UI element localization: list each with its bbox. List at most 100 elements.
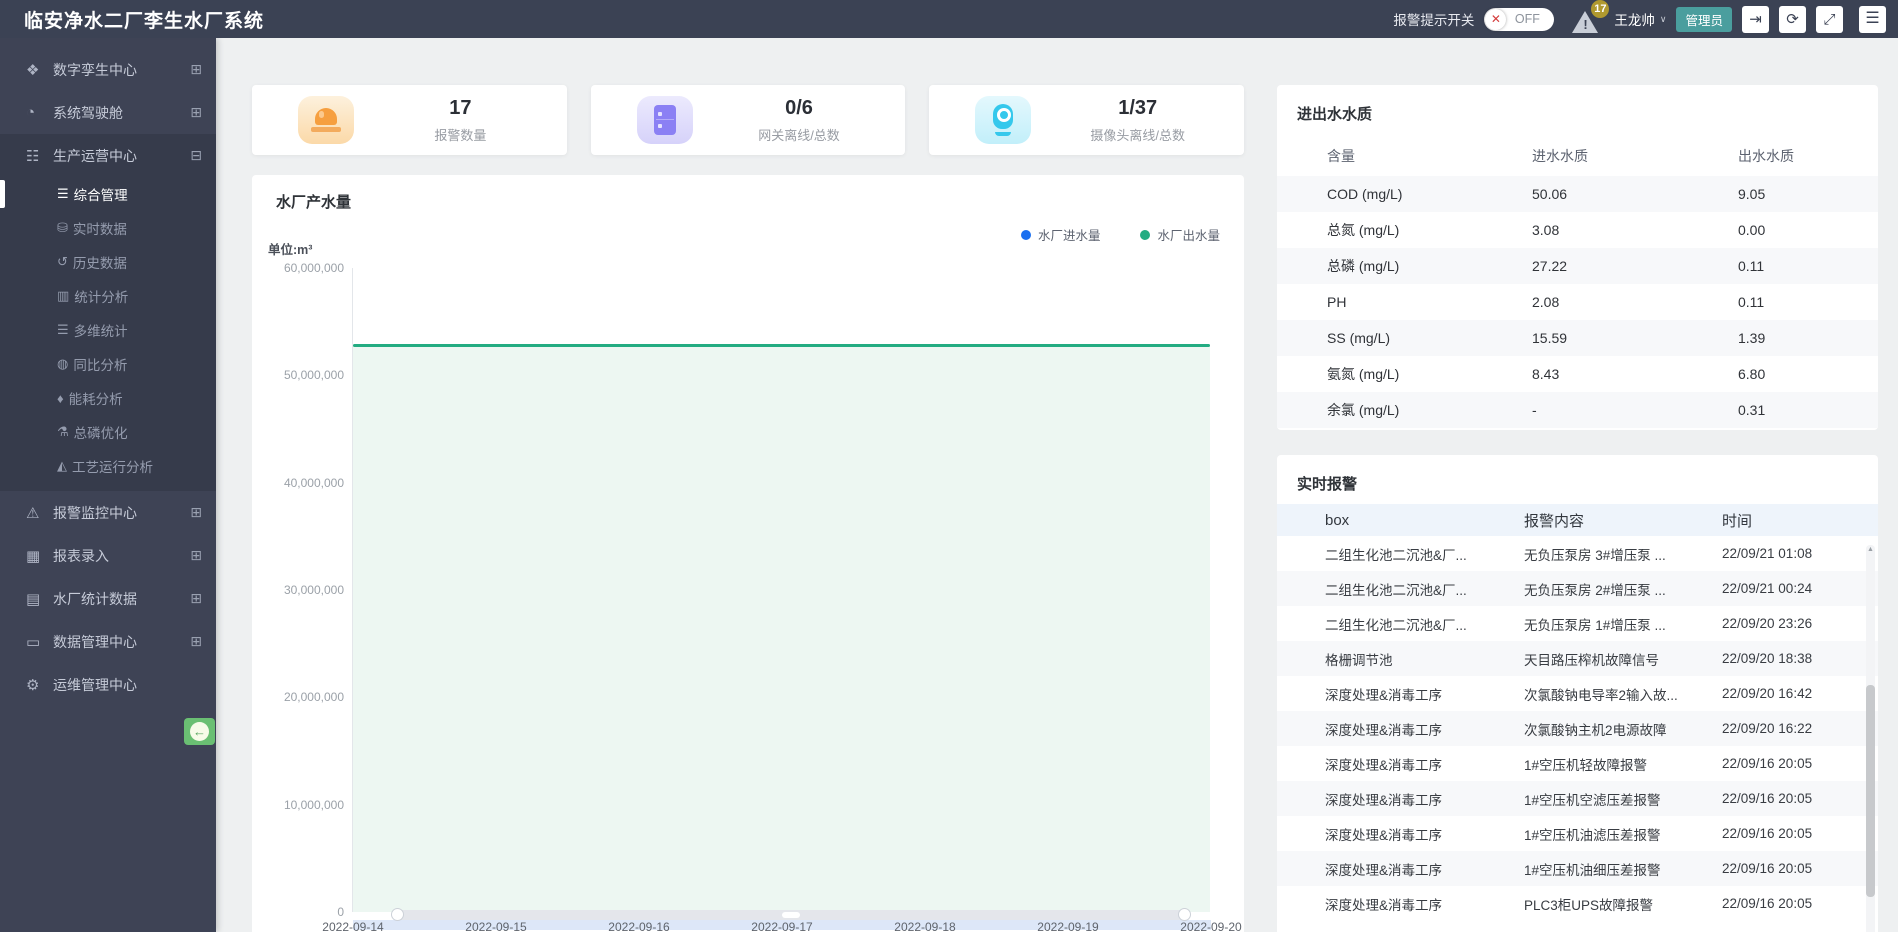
printer-icon: ▤: [26, 590, 53, 608]
sidebar-item-gears[interactable]: ⚙运维管理中心: [0, 663, 216, 706]
toggle-off-icon: ✕: [1485, 9, 1506, 30]
alarm-box: 深度处理&消毒工序: [1325, 754, 1524, 774]
expand-icon[interactable]: ⊞: [190, 504, 202, 521]
arrow-left-icon: ←: [190, 722, 209, 741]
stat-card-siren: 17报警数量: [252, 85, 567, 155]
sidebar-subitem-areachart[interactable]: ◭工艺运行分析: [0, 449, 216, 483]
legend-item-水厂出水量[interactable]: 水厂出水量: [1140, 225, 1220, 244]
alarm-time: 22/09/16 20:05: [1722, 756, 1854, 771]
alarm-box: 深度处理&消毒工序: [1325, 684, 1524, 704]
water-quality-card: 进出水水质 含量进水水质出水水质COD (mg/L)50.069.05总氮 (m…: [1277, 85, 1878, 430]
sidebar-item-label: 运维管理中心: [53, 675, 202, 695]
x-axis-label: 2022-09-19: [1022, 920, 1114, 932]
sidebar-collapse-button[interactable]: ←: [184, 718, 215, 745]
alarm-col-header: 时间: [1722, 510, 1854, 531]
sidebar-item-dashboard[interactable]: ◔系统驾驶舱⊞: [0, 91, 216, 134]
water-quality-row: 总氮 (mg/L)3.080.00: [1277, 212, 1878, 248]
y-tick-label: 30,000,000: [258, 583, 344, 597]
y-tick-label: 40,000,000: [258, 476, 344, 490]
menu-button[interactable]: ☰: [1859, 6, 1886, 33]
alarm-row: 二组生化池二沉池&厂...无负压泵房 1#增压泵 ...22/09/20 23:…: [1277, 606, 1878, 641]
alarm-box: 深度处理&消毒工序: [1325, 824, 1524, 844]
collapse-icon[interactable]: ⊟: [190, 147, 202, 164]
y-tick-label: 20,000,000: [258, 690, 344, 704]
x-axis-label: 2022-09-20: [1165, 920, 1257, 932]
sidebar-item-label: 报警监控中心: [53, 503, 190, 523]
alarm-col-header: box: [1325, 512, 1524, 529]
y-tick-label: 50,000,000: [258, 368, 344, 382]
page-title: 临安净水二厂李生水厂系统: [24, 6, 264, 33]
alarm-row: 深度处理&消毒工序次氯酸钠主机2电源故障22/09/20 16:22: [1277, 711, 1878, 746]
sidebar-item-printer[interactable]: ▤水厂统计数据⊞: [0, 577, 216, 620]
refresh-button[interactable]: ⟳: [1779, 6, 1806, 33]
parameter-name: 余氯 (mg/L): [1327, 400, 1532, 420]
scrollbar-thumb[interactable]: [1866, 685, 1875, 897]
stat-card-text: 0/6网关离线/总数: [693, 97, 906, 144]
y-tick-label: 60,000,000: [258, 261, 344, 275]
user-avatar[interactable]: ! 17: [1570, 5, 1604, 33]
parameter-value: 50.06: [1532, 186, 1738, 202]
expand-icon[interactable]: ⊞: [190, 61, 202, 78]
sidebar-subitem-list[interactable]: ☰综合管理: [0, 177, 216, 211]
sidebar: ❖数字孪生中心⊞◔系统驾驶舱⊞☷生产运营中心⊟☰综合管理⛁实时数据↺历史数据▥统…: [0, 38, 216, 932]
sidebar-subitem-label: 实时数据: [73, 218, 127, 238]
sidebar-subitem-history[interactable]: ↺历史数据: [0, 245, 216, 279]
expand-icon[interactable]: ⊞: [190, 633, 202, 650]
sidebar-subitem-label: 工艺运行分析: [72, 456, 153, 476]
alarm-time: 22/09/20 16:22: [1722, 721, 1854, 736]
sidebar-item-label: 数据管理中心: [53, 632, 190, 652]
sidebar-item-monitor[interactable]: ▭数据管理中心⊞: [0, 620, 216, 663]
y-tick-label: 0: [258, 905, 344, 919]
multilist-icon: ☰: [57, 322, 69, 338]
expand-icon[interactable]: ⊞: [190, 104, 202, 121]
legend-item-水厂进水量[interactable]: 水厂进水量: [1021, 225, 1101, 244]
chevron-down-icon: ∨: [1660, 14, 1667, 25]
sidebar-item-alarm[interactable]: ⚠报警监控中心⊞: [0, 491, 216, 534]
sidebar-subitem-compare[interactable]: ◍同比分析: [0, 347, 216, 381]
chart-title: 水厂产水量: [276, 191, 351, 212]
scrollbar-up-arrow[interactable]: ▲: [1866, 546, 1875, 553]
role-badge: 管理员: [1676, 7, 1732, 32]
alarm-content: 无负压泵房 3#增压泵 ...: [1524, 544, 1722, 564]
water-quality-header-row: 含量进水水质出水水质: [1277, 136, 1878, 176]
alarm-row: 二组生化池二沉池&厂...无负压泵房 2#增压泵 ...22/09/21 00:…: [1277, 571, 1878, 606]
parameter-value: 27.22: [1532, 258, 1738, 274]
parameter-name: COD (mg/L): [1327, 186, 1532, 202]
sidebar-subitem-energy[interactable]: ♦能耗分析: [0, 381, 216, 415]
sidebar-subitem-label: 能耗分析: [69, 388, 123, 408]
fullscreen-button[interactable]: ⤢: [1816, 6, 1843, 33]
sidebar-item-sitemap[interactable]: ☷生产运营中心⊟: [0, 134, 216, 177]
stat-cards: 17报警数量 0/6网关离线/总数 1/37摄像头离线/总数: [252, 85, 1244, 155]
sidebar-subitem-barchart[interactable]: ▥统计分析: [0, 279, 216, 313]
barchart-icon: ▥: [57, 288, 69, 304]
sidebar-subitem-flask[interactable]: ⚗总磷优化: [0, 415, 216, 449]
stat-card-camera: 1/37摄像头离线/总数: [929, 85, 1244, 155]
sidebar-subitem-multilist[interactable]: ☰多维统计: [0, 313, 216, 347]
datazoom-grip[interactable]: [782, 912, 800, 918]
alarm-content: 次氯酸钠主机2电源故障: [1524, 719, 1722, 739]
alarm-content: 1#空压机轻故障报警: [1524, 754, 1722, 774]
alarm-table-scrollbar[interactable]: ▲: [1866, 545, 1875, 932]
compare-icon: ◍: [57, 356, 68, 372]
alarm-time: 22/09/21 01:08: [1722, 546, 1854, 561]
cubes-icon: ❖: [26, 61, 53, 79]
sidebar-item-cubes[interactable]: ❖数字孪生中心⊞: [0, 48, 216, 91]
alarm-header-row: box报警内容时间: [1277, 504, 1878, 536]
alarm-toggle-switch[interactable]: ✕ OFF: [1484, 8, 1554, 31]
water-quality-col-header: 含量: [1327, 146, 1532, 166]
legend-dot-icon: [1140, 230, 1150, 240]
expand-icon[interactable]: ⊞: [190, 590, 202, 607]
alarm-time: 22/09/20 23:26: [1722, 616, 1854, 631]
datazoom-slider[interactable]: [396, 910, 1186, 920]
sidebar-item-report[interactable]: ▦报表录入⊞: [0, 534, 216, 577]
parameter-value: 0.31: [1738, 402, 1854, 418]
alarm-content: 1#空压机油细压差报警: [1524, 859, 1722, 879]
x-axis-label: 2022-09-18: [879, 920, 971, 932]
app-root: 临安净水二厂李生水厂系统 报警提示开关 ✕ OFF ! 17 王龙帅 ∨ 管理员…: [0, 0, 1898, 932]
logout-button[interactable]: ⇥: [1742, 6, 1769, 33]
username-menu[interactable]: 王龙帅 ∨: [1614, 9, 1666, 29]
alarm-row: 格栅调节池天目路压榨机故障信号22/09/20 18:38: [1277, 641, 1878, 676]
expand-icon[interactable]: ⊞: [190, 547, 202, 564]
realtime-alarm-title: 实时报警: [1277, 455, 1878, 494]
sidebar-subitem-database[interactable]: ⛁实时数据: [0, 211, 216, 245]
